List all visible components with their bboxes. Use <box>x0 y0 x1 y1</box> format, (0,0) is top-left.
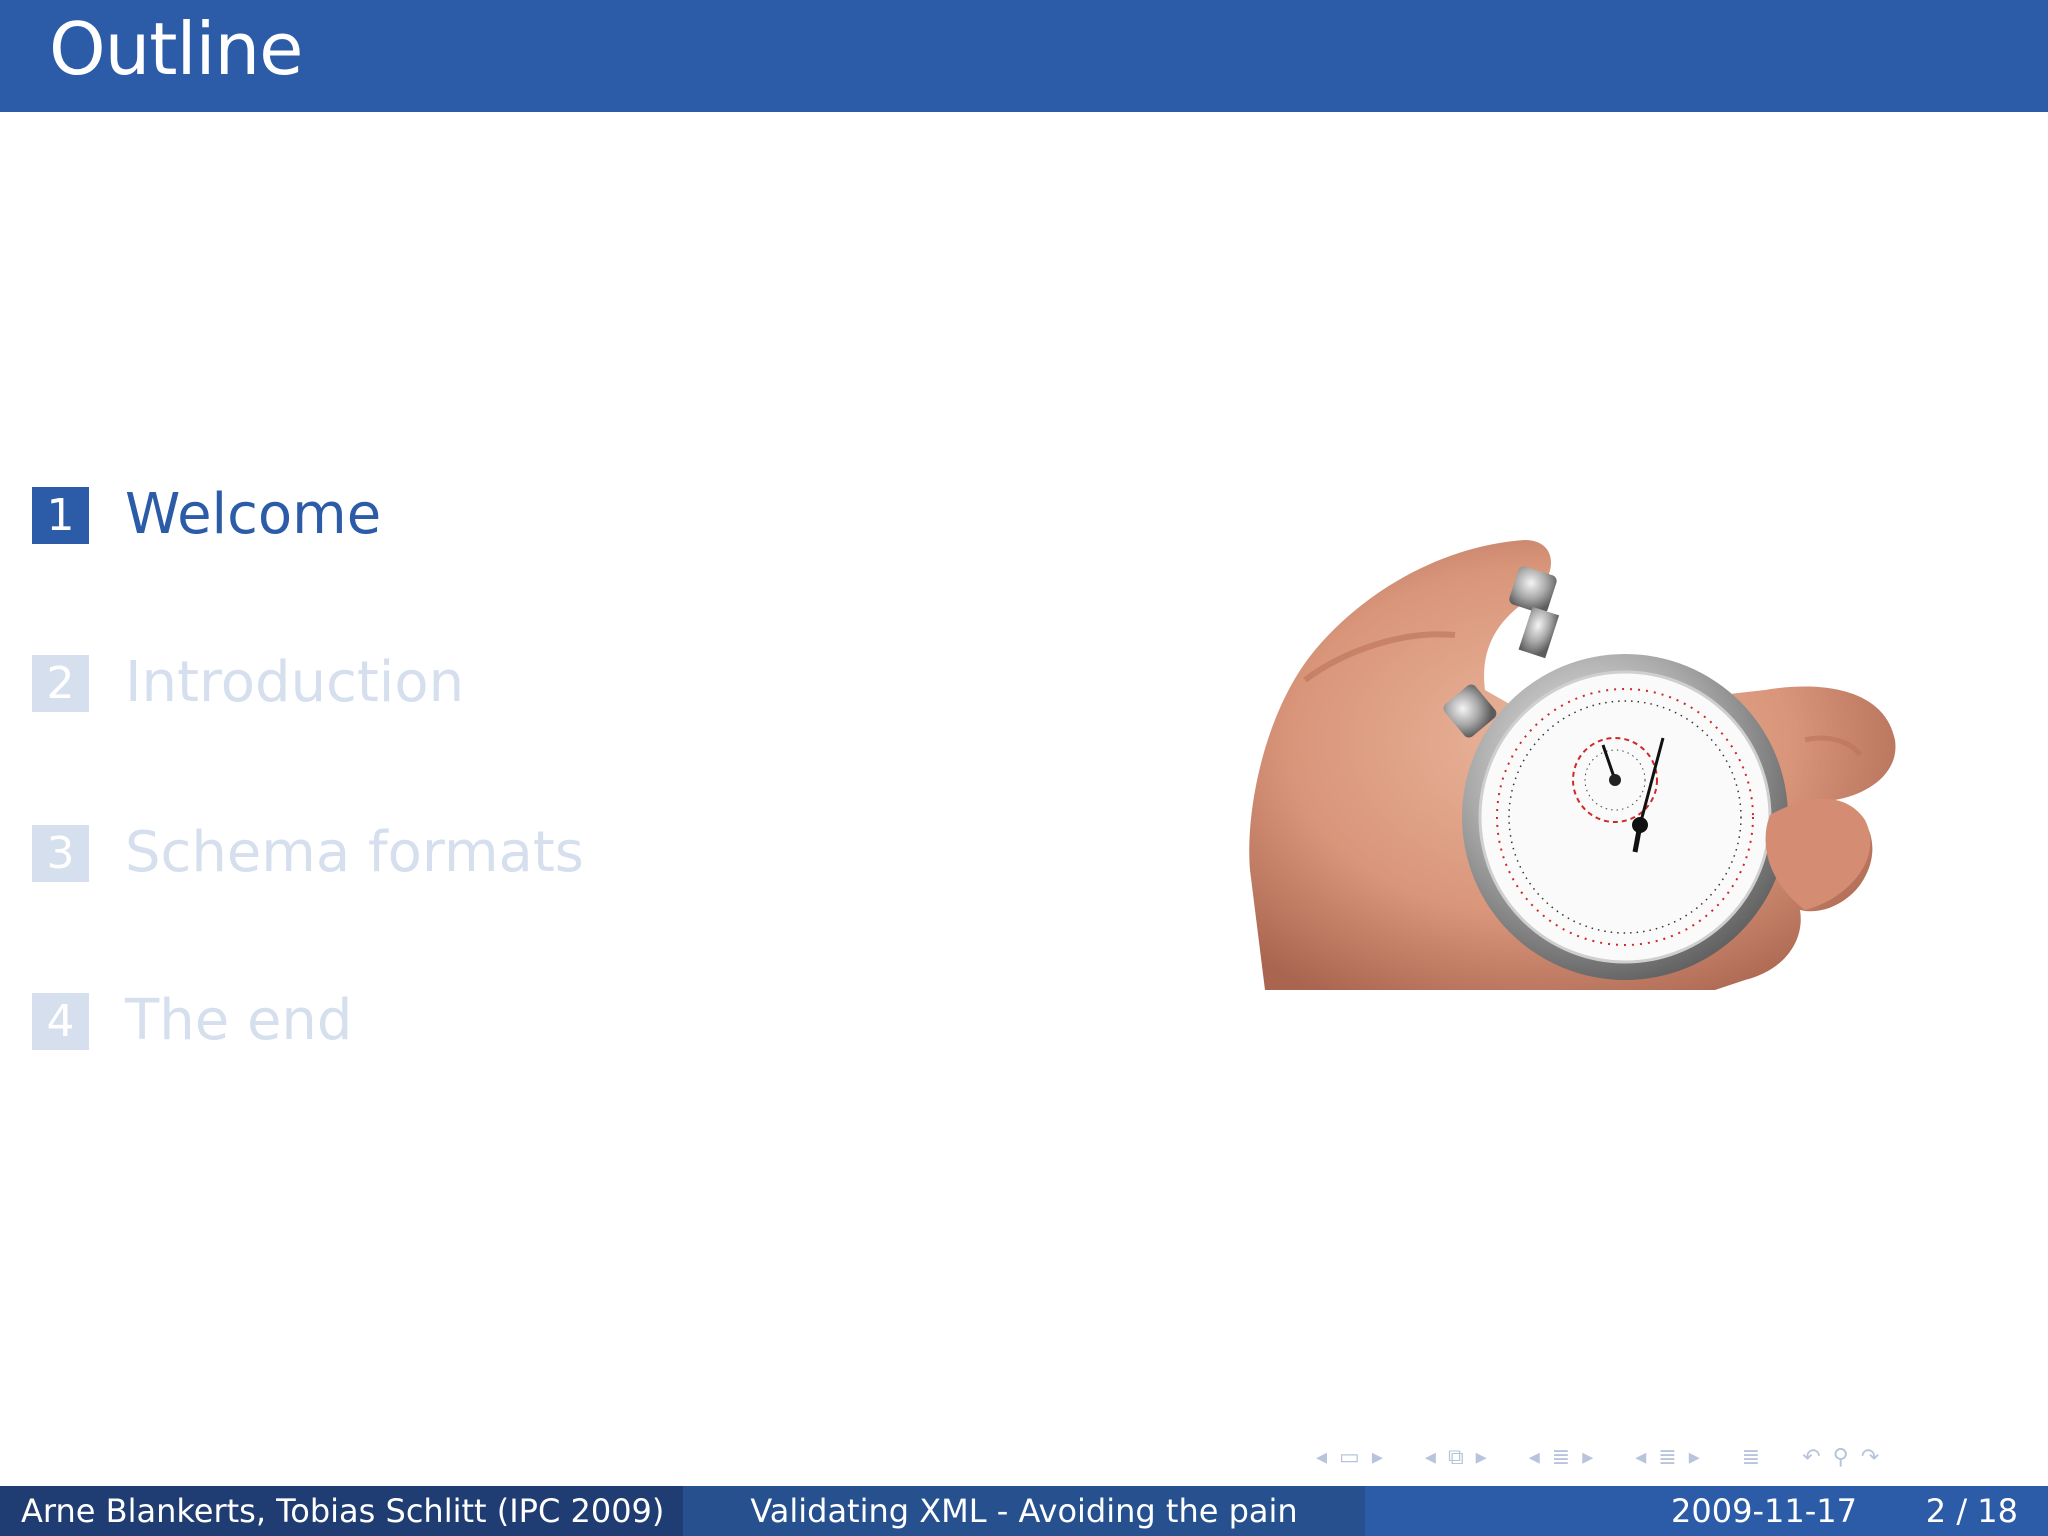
toc-number: 1 <box>32 486 89 544</box>
arrow-right-icon[interactable]: ▸ <box>1689 1445 1700 1470</box>
redo-icon[interactable]: ↷ <box>1861 1445 1879 1470</box>
table-of-contents: 1 Welcome 2 Introduction 3 Schema format… <box>32 480 1132 1080</box>
arrow-left-icon[interactable]: ◂ <box>1529 1445 1540 1470</box>
footer-talk-title: Validating XML - Avoiding the pain <box>683 1486 1365 1536</box>
footer-date-page: 2009-11-17 2 / 18 <box>1365 1486 2048 1536</box>
arrow-right-icon[interactable]: ▸ <box>1372 1445 1383 1470</box>
outline-icon[interactable]: ≣ <box>1742 1445 1760 1470</box>
outline-icon[interactable]: ≣ <box>1658 1445 1676 1470</box>
toc-label: The end <box>125 988 353 1053</box>
arrow-right-icon[interactable]: ▸ <box>1476 1445 1487 1470</box>
footer: Arne Blankerts, Tobias Schlitt (IPC 2009… <box>0 1486 2048 1536</box>
undo-icon[interactable]: ↶ <box>1802 1445 1820 1470</box>
page-number: 2 / 18 <box>1925 1492 2018 1530</box>
arrow-left-icon[interactable]: ◂ <box>1316 1445 1327 1470</box>
toc-label: Introduction <box>125 650 465 715</box>
toc-label: Schema formats <box>125 820 584 885</box>
footer-author: Arne Blankerts, Tobias Schlitt (IPC 2009… <box>0 1486 683 1536</box>
arrow-left-icon[interactable]: ◂ <box>1635 1445 1646 1470</box>
slide-title: Outline <box>49 7 303 91</box>
stopwatch-photo <box>1249 540 1896 990</box>
arrow-right-icon[interactable]: ▸ <box>1582 1445 1593 1470</box>
title-bar: Outline <box>0 0 2048 112</box>
toc-item-schema-formats[interactable]: 3 Schema formats <box>32 818 584 888</box>
toc-number: 2 <box>32 654 89 712</box>
search-icon[interactable]: ⚲ <box>1833 1445 1849 1470</box>
toc-item-introduction[interactable]: 2 Introduction <box>32 648 464 718</box>
arrow-left-icon[interactable]: ◂ <box>1425 1445 1436 1470</box>
toc-number: 4 <box>32 992 89 1050</box>
frame-icon[interactable]: ▭ <box>1339 1445 1360 1470</box>
footer-date: 2009-11-17 <box>1671 1492 1857 1530</box>
toc-number: 3 <box>32 824 89 882</box>
toc-label: Welcome <box>125 482 382 547</box>
toc-item-the-end[interactable]: 4 The end <box>32 986 352 1056</box>
navigation-symbols: ◂ ▭ ▸ ◂ ⧉ ▸ ◂ ≣ ▸ ◂ ≣ ▸ ≣ ↶ ⚲ ↷ <box>1310 1440 2040 1474</box>
subsection-icon[interactable]: ⧉ <box>1448 1445 1464 1470</box>
toc-item-welcome[interactable]: 1 Welcome <box>32 480 381 550</box>
section-icon[interactable]: ≣ <box>1552 1445 1570 1470</box>
